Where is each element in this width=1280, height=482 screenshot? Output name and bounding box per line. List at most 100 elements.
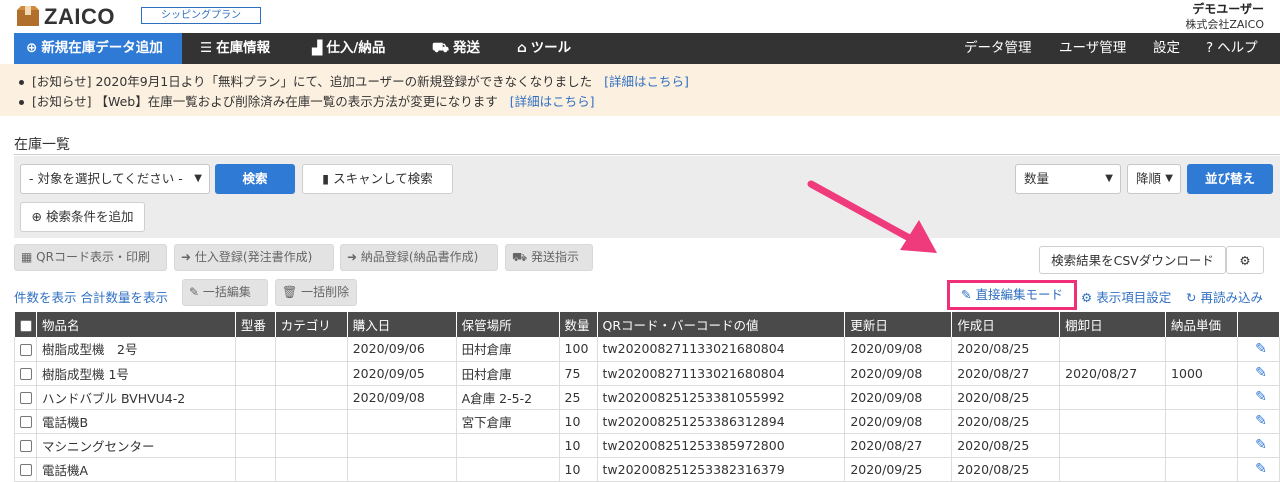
table-cell[interactable]: マシニングセンター	[36, 433, 236, 458]
nav-ship[interactable]: ⛟ 発送	[432, 33, 480, 64]
pencil-icon[interactable]: ✎	[1255, 413, 1267, 429]
table-cell[interactable]: 電話機A	[36, 457, 236, 482]
column-header[interactable]: カテゴリ	[275, 312, 348, 337]
notice-detail-link[interactable]: [詳細はこちら]	[510, 94, 595, 109]
pencil-icon[interactable]: ✎	[1255, 365, 1267, 381]
nav-help[interactable]: ? ヘルプ	[1206, 33, 1258, 64]
row-edit-cell[interactable]: ✎	[1237, 457, 1280, 482]
table-row[interactable]: マシニングセンター 10 tw202008251253385972800 2020/0…	[14, 433, 1280, 458]
row-select-cell[interactable]	[14, 385, 37, 410]
table-row[interactable]: 電話機B 宮下倉庫 10 tw202008251253386312894 2020/09…	[14, 409, 1280, 434]
table-cell[interactable]: ハンドバブル BVHVU4-2	[36, 385, 236, 410]
column-header[interactable]: QRコード・バーコードの値	[597, 312, 846, 337]
app-logo[interactable]: ZAICO	[44, 4, 115, 30]
reload-link[interactable]: ↻ 再読み込み	[1186, 287, 1263, 306]
notice-detail-link[interactable]: [詳細はこちら]	[604, 74, 689, 89]
search-target-select[interactable]: - 対象を選択してください - ▼	[20, 164, 210, 194]
row-select-cell[interactable]	[14, 409, 37, 434]
nav-stock-label: 在庫情報	[216, 40, 271, 56]
row-checkbox[interactable]	[20, 392, 32, 404]
table-row[interactable]: 樹脂成型機 2号 2020/09/06 田村倉庫 100 tw2020082711330…	[14, 337, 1280, 362]
pencil-icon[interactable]: ✎	[1255, 389, 1267, 405]
row-select-cell[interactable]	[14, 433, 37, 458]
add-condition-button[interactable]: ⊕ 検索条件を追加	[20, 202, 145, 232]
column-header[interactable]: 型番	[235, 312, 276, 337]
purchase-register-button[interactable]: ➜ 仕入登録(発注書作成)	[174, 244, 334, 271]
row-select-cell[interactable]	[14, 457, 37, 482]
row-checkbox[interactable]	[20, 464, 32, 476]
table-cell	[456, 433, 560, 458]
column-header[interactable]: 棚卸日	[1059, 312, 1167, 337]
chevron-down-icon: ▼	[194, 173, 202, 184]
table-row[interactable]: ハンドバブル BVHVU4-2 2020/09/08 A倉庫 2-5-2 25 tw20…	[14, 385, 1280, 410]
truck-icon: ⛟	[432, 40, 449, 56]
table-cell[interactable]: 樹脂成型機 2号	[36, 337, 236, 362]
row-checkbox[interactable]	[20, 416, 32, 428]
count-display-link[interactable]: 件数を表示 合計数量を表示	[14, 287, 168, 306]
nav-purchase[interactable]: ▟ 仕入/納品	[312, 33, 385, 64]
column-header-actions	[1237, 312, 1280, 337]
search-panel: - 対象を選択してください - ▼ 検索 ▮ スキャンして検索 ⊕ 検索条件を追…	[14, 156, 1280, 238]
pointer-arrow	[807, 180, 937, 253]
nav-data-management[interactable]: データ管理	[964, 33, 1032, 64]
row-checkbox[interactable]	[20, 440, 32, 452]
nav-tools[interactable]: ⌂ ツール	[517, 33, 571, 64]
search-button[interactable]: 検索	[215, 164, 295, 194]
row-edit-cell[interactable]: ✎	[1237, 433, 1280, 458]
table-header-row: 物品名 型番 カテゴリ 購入日 保管場所 数量 QRコード・バーコードの値 更新…	[14, 312, 1280, 337]
barcode-scanner-icon: ▮	[322, 171, 330, 186]
column-header[interactable]: 作成日	[951, 312, 1061, 337]
pencil-icon[interactable]: ✎	[1255, 461, 1267, 477]
nav-tools-label: ツール	[530, 40, 572, 56]
column-header[interactable]: 納品単価	[1165, 312, 1238, 337]
row-checkbox[interactable]	[20, 368, 32, 380]
edit-icon: ✎	[961, 287, 972, 302]
table-cell: tw202008271133021680804	[597, 361, 846, 386]
nav-add-item[interactable]: ⊕ 新規在庫データ追加	[14, 33, 182, 64]
pencil-icon[interactable]: ✎	[1255, 341, 1267, 357]
row-edit-cell[interactable]: ✎	[1237, 361, 1280, 386]
table-row[interactable]: 電話機A 10 tw202008251253382316379 2020/09/25 2…	[14, 457, 1280, 482]
column-header[interactable]: 更新日	[844, 312, 953, 337]
table-cell[interactable]: 樹脂成型機 1号	[36, 361, 236, 386]
nav-user-management[interactable]: ユーザ管理	[1059, 33, 1126, 64]
row-select-cell[interactable]	[14, 361, 37, 386]
row-edit-cell[interactable]: ✎	[1237, 337, 1280, 362]
display-settings-link[interactable]: ⚙ 表示項目設定	[1081, 287, 1171, 306]
csv-settings-button[interactable]: ⚙	[1226, 246, 1264, 274]
table-cell[interactable]: 電話機B	[36, 409, 236, 434]
table-cell: tw202008251253382316379	[597, 457, 846, 482]
notice-item: [お知らせ] 【Web】在庫一覧および削除済み在庫一覧の表示方法が変更になります…	[19, 91, 595, 110]
row-select-cell[interactable]	[14, 337, 37, 362]
qr-print-button[interactable]: ▦ QRコード表示・印刷	[14, 244, 167, 271]
ship-instruction-button[interactable]: ⛟ 発送指示	[505, 244, 593, 271]
csv-download-button[interactable]: 検索結果をCSVダウンロード	[1039, 246, 1226, 274]
select-all-cell[interactable]	[14, 312, 37, 337]
row-edit-cell[interactable]: ✎	[1237, 409, 1280, 434]
pencil-icon[interactable]: ✎	[1255, 437, 1267, 453]
scan-search-button[interactable]: ▮ スキャンして検索	[302, 164, 453, 194]
table-cell	[1165, 409, 1238, 434]
nav-settings[interactable]: 設定	[1153, 33, 1180, 64]
bulk-delete-button[interactable]: 🗑 一括削除	[275, 279, 357, 306]
direct-edit-label: 直接編集モード	[975, 287, 1063, 302]
bulk-edit-button[interactable]: ✎ 一括編集	[182, 279, 268, 306]
direct-edit-mode-link[interactable]: ✎ 直接編集モード	[947, 280, 1077, 310]
column-header[interactable]: 数量	[559, 312, 598, 337]
sort-field-select[interactable]: 数量 ▼	[1015, 164, 1121, 194]
sign-in-icon: ➜	[181, 250, 192, 264]
delivery-register-button[interactable]: ➜ 納品登録(納品書作成)	[340, 244, 498, 271]
table-cell: 100	[559, 337, 598, 362]
user-name[interactable]: デモユーザー	[1192, 0, 1264, 17]
table-row[interactable]: 樹脂成型機 1号 2020/09/05 田村倉庫 75 tw20200827113302…	[14, 361, 1280, 386]
column-header[interactable]: 購入日	[347, 312, 457, 337]
column-header[interactable]: 物品名	[36, 312, 236, 337]
sort-button[interactable]: 並び替え	[1187, 164, 1273, 194]
sort-order-select[interactable]: 降順 ▼	[1127, 164, 1181, 194]
select-all-checkbox[interactable]	[19, 319, 32, 332]
column-header[interactable]: 保管場所	[456, 312, 560, 337]
table-cell: 2020/09/08	[844, 361, 953, 386]
nav-stock[interactable]: ☰ 在庫情報	[200, 33, 270, 64]
row-edit-cell[interactable]: ✎	[1237, 385, 1280, 410]
row-checkbox[interactable]	[20, 343, 32, 356]
